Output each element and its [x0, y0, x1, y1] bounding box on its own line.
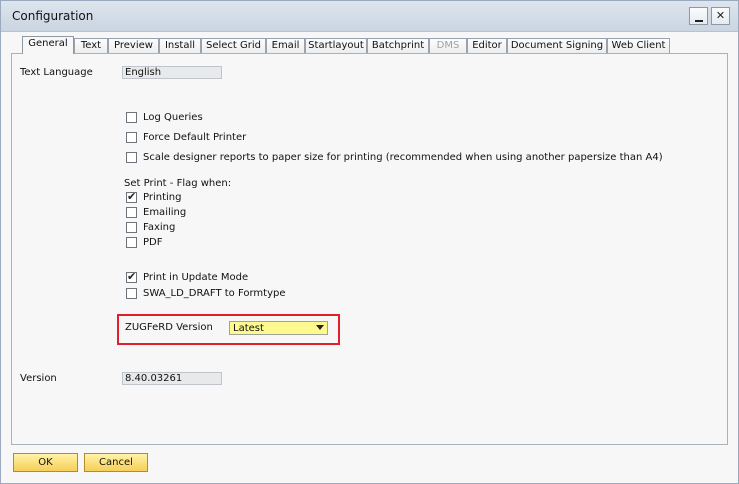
- text-language-label: Text Language: [20, 67, 93, 78]
- tab-startlayout[interactable]: Startlayout: [305, 38, 367, 53]
- ok-button[interactable]: OK: [13, 453, 78, 472]
- close-button[interactable]: ✕: [711, 7, 730, 25]
- scale-reports-label: Scale designer reports to paper size for…: [143, 152, 663, 163]
- tab-web-client[interactable]: Web Client: [607, 38, 670, 53]
- log-queries-checkbox[interactable]: [126, 112, 137, 123]
- version-field: 8.40.03261: [122, 372, 222, 385]
- printing-label: Printing: [143, 192, 182, 203]
- swa-ld-draft-checkbox[interactable]: [126, 288, 137, 299]
- minimize-icon: [695, 20, 703, 22]
- zugferd-version-label: ZUGFeRD Version: [125, 322, 213, 333]
- tab-preview[interactable]: Preview: [108, 38, 159, 53]
- emailing-checkbox[interactable]: [126, 207, 137, 218]
- print-in-update-mode-checkbox[interactable]: ✔: [126, 270, 137, 283]
- zugferd-version-value: Latest: [233, 323, 264, 334]
- print-in-update-mode-label: Print in Update Mode: [143, 272, 249, 283]
- configuration-window: Configuration ✕ General Text Preview Ins…: [0, 0, 739, 484]
- emailing-label: Emailing: [143, 207, 187, 218]
- title-bar[interactable]: Configuration ✕: [1, 1, 738, 32]
- tab-install[interactable]: Install: [159, 38, 201, 53]
- window-title: Configuration: [12, 9, 94, 23]
- tab-text[interactable]: Text: [74, 38, 108, 53]
- tab-document-signing[interactable]: Document Signing: [507, 38, 607, 53]
- dropdown-arrow-icon: [316, 325, 324, 330]
- text-language-field[interactable]: English: [122, 66, 222, 79]
- log-queries-label: Log Queries: [143, 112, 203, 123]
- force-default-printer-checkbox[interactable]: [126, 132, 137, 143]
- tab-editor[interactable]: Editor: [467, 38, 507, 53]
- check-icon: ✔: [127, 190, 137, 203]
- pdf-label: PDF: [143, 237, 163, 248]
- set-print-flag-label: Set Print - Flag when:: [124, 178, 232, 189]
- version-label: Version: [20, 373, 57, 384]
- printing-checkbox[interactable]: ✔: [126, 190, 137, 203]
- scale-reports-checkbox[interactable]: [126, 152, 137, 163]
- zugferd-version-select[interactable]: Latest: [229, 321, 328, 335]
- force-default-printer-label: Force Default Printer: [143, 132, 247, 143]
- close-icon: ✕: [715, 9, 726, 22]
- tab-select-grid[interactable]: Select Grid: [201, 38, 266, 53]
- faxing-label: Faxing: [143, 222, 176, 233]
- cancel-button[interactable]: Cancel: [84, 453, 148, 472]
- swa-ld-draft-label: SWA_LD_DRAFT to Formtype: [143, 288, 286, 299]
- tab-general[interactable]: General: [22, 36, 74, 54]
- tab-email[interactable]: Email: [266, 38, 305, 53]
- faxing-checkbox[interactable]: [126, 222, 137, 233]
- check-icon: ✔: [127, 270, 137, 283]
- tab-batchprint[interactable]: Batchprint: [367, 38, 429, 53]
- tab-dms: DMS: [429, 38, 467, 53]
- pdf-checkbox[interactable]: [126, 237, 137, 248]
- minimize-button[interactable]: [689, 7, 708, 25]
- general-tab-panel: [11, 53, 728, 445]
